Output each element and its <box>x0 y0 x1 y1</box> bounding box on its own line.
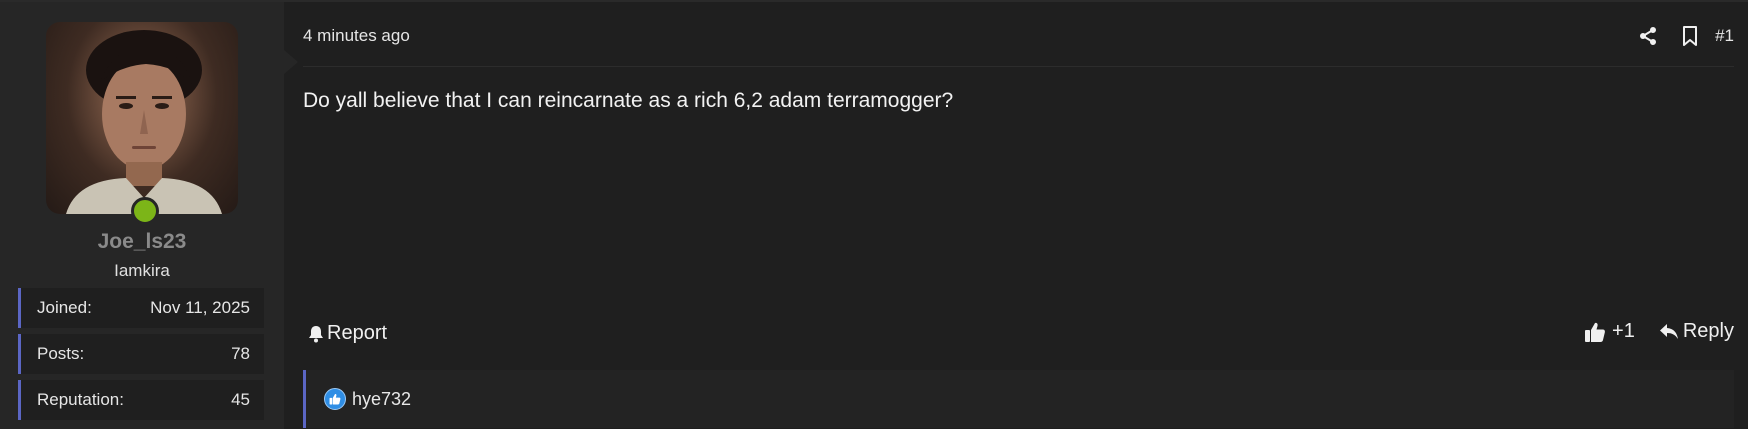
post-timestamp[interactable]: 4 minutes ago <box>303 26 410 46</box>
reactions-bar[interactable]: hye732 <box>303 370 1734 428</box>
user-title: Iamkira <box>114 261 170 280</box>
reply-icon <box>1659 323 1678 339</box>
avatar-portrait-icon <box>66 30 222 214</box>
like-reaction-icon <box>324 388 346 410</box>
post-actions: #1 <box>1631 22 1734 50</box>
stat-label: Joined: <box>37 298 92 317</box>
stat-label: Reputation: <box>37 390 124 409</box>
reply-label: Reply <box>1682 320 1734 342</box>
post-message: Do yall believe that I can reincarnate a… <box>303 89 954 112</box>
report-label: Report <box>327 322 388 344</box>
stat-value: 45 <box>231 390 250 409</box>
reply-button[interactable]: Reply <box>1659 320 1734 343</box>
share-icon <box>1640 27 1657 45</box>
online-status-indicator <box>131 197 159 225</box>
avatar[interactable] <box>46 22 238 214</box>
post-footer-actions: +1 Reply <box>1584 320 1734 343</box>
stat-label: Posts: <box>37 344 85 363</box>
header-divider <box>303 66 1734 67</box>
like-button[interactable]: +1 <box>1584 320 1635 343</box>
bookmark-icon <box>1683 26 1698 46</box>
thumbs-up-icon <box>1585 322 1605 342</box>
bookmark-button[interactable] <box>1673 22 1707 50</box>
username-link[interactable]: Joe_ls23 <box>0 230 284 254</box>
stat-value: 78 <box>231 344 250 363</box>
bell-icon <box>309 325 323 342</box>
post-user-panel: Joe_ls23 Iamkira Joined: Nov 11, 2025 Po… <box>0 2 298 429</box>
share-button[interactable] <box>1631 22 1665 50</box>
avatar-wrapper[interactable] <box>46 22 238 225</box>
stat-joined: Joined: Nov 11, 2025 <box>18 288 264 328</box>
post-main: 4 minutes ago #1 Do yall believe that I … <box>284 2 1748 429</box>
stat-value: Nov 11, 2025 <box>150 298 250 317</box>
stat-posts: Posts: 78 <box>18 334 264 374</box>
like-count: +1 <box>1612 320 1635 342</box>
thumbs-up-icon <box>329 394 341 405</box>
post-number-link[interactable]: #1 <box>1715 26 1734 46</box>
stat-reputation: Reputation: 45 <box>18 380 264 420</box>
report-button[interactable]: Report <box>307 322 387 345</box>
reaction-users-link[interactable]: hye732 <box>352 389 411 410</box>
forum-post: Joe_ls23 Iamkira Joined: Nov 11, 2025 Po… <box>0 0 1748 429</box>
